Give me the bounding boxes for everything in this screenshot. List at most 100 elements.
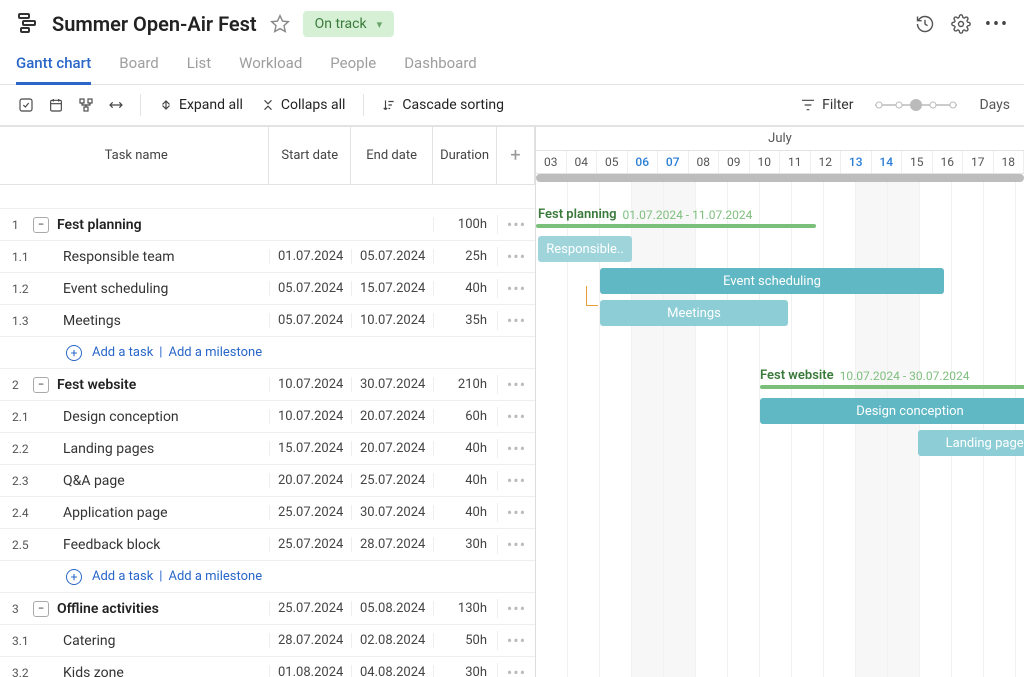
task-name-cell[interactable]: Application page bbox=[33, 505, 269, 521]
add-column-button[interactable]: + bbox=[497, 127, 535, 184]
start-date-cell[interactable]: 25.07.2024 bbox=[269, 505, 351, 520]
autofit-tool-icon[interactable] bbox=[104, 93, 128, 117]
add-task-row[interactable]: +Add a task | Add a milestone bbox=[0, 561, 535, 593]
day-cell[interactable]: 15 bbox=[902, 151, 933, 173]
task-name-cell[interactable]: Responsible team bbox=[33, 249, 269, 265]
end-date-cell[interactable]: 04.08.2024 bbox=[351, 665, 433, 677]
history-icon[interactable] bbox=[914, 13, 936, 35]
day-cell[interactable]: 07 bbox=[658, 151, 689, 173]
start-date-cell[interactable]: 01.08.2024 bbox=[269, 665, 351, 677]
gantt-task-bar[interactable]: Landing pages bbox=[918, 430, 1024, 456]
tab-gantt-chart[interactable]: Gantt chart bbox=[16, 48, 91, 85]
tab-people[interactable]: People bbox=[330, 48, 376, 85]
settings-gear-icon[interactable] bbox=[950, 13, 972, 35]
favorite-star-icon[interactable] bbox=[269, 13, 291, 35]
hierarchy-tool-icon[interactable] bbox=[74, 93, 98, 117]
filter-button[interactable]: Filter bbox=[800, 97, 853, 113]
duration-cell[interactable]: 40h bbox=[433, 473, 497, 488]
table-row[interactable]: 1.2Event scheduling05.07.202415.07.20244… bbox=[0, 273, 535, 305]
start-date-cell[interactable]: 01.07.2024 bbox=[269, 249, 351, 264]
table-row[interactable]: 2−Fest website10.07.202430.07.2024210h••… bbox=[0, 369, 535, 401]
table-row[interactable]: 2.5Feedback block25.07.202428.07.202430h… bbox=[0, 529, 535, 561]
add-task-row[interactable]: +Add a task | Add a milestone bbox=[0, 337, 535, 369]
col-header-duration[interactable]: Duration bbox=[433, 127, 497, 184]
tab-list[interactable]: List bbox=[187, 48, 211, 85]
row-actions-icon[interactable]: ••• bbox=[497, 471, 535, 490]
duration-cell[interactable]: 25h bbox=[433, 249, 497, 264]
project-status-dropdown[interactable]: On track ▾ bbox=[303, 11, 394, 37]
more-menu-icon[interactable]: ••• bbox=[986, 13, 1008, 35]
end-date-cell[interactable]: 28.07.2024 bbox=[351, 537, 433, 552]
start-date-cell[interactable]: 25.07.2024 bbox=[269, 537, 351, 552]
gantt-group-bar[interactable] bbox=[760, 385, 1024, 389]
col-header-task[interactable]: Task name bbox=[0, 127, 269, 184]
tab-dashboard[interactable]: Dashboard bbox=[404, 48, 477, 85]
gantt-task-bar[interactable]: Event scheduling bbox=[600, 268, 944, 294]
gantt-group-bar[interactable] bbox=[536, 224, 816, 228]
day-cell[interactable]: 12 bbox=[811, 151, 842, 173]
add-task-link[interactable]: Add a task bbox=[92, 345, 153, 360]
day-cell[interactable]: 03 bbox=[536, 151, 567, 173]
start-date-cell[interactable]: 25.07.2024 bbox=[269, 601, 351, 616]
end-date-cell[interactable]: 30.07.2024 bbox=[351, 505, 433, 520]
cascade-sorting-button[interactable]: Cascade sorting bbox=[376, 97, 510, 113]
zoom-slider[interactable] bbox=[871, 96, 961, 114]
day-cell[interactable]: 05 bbox=[597, 151, 628, 173]
task-name-cell[interactable]: Meetings bbox=[33, 313, 269, 329]
end-date-cell[interactable]: 30.07.2024 bbox=[351, 377, 433, 392]
row-actions-icon[interactable]: ••• bbox=[497, 279, 535, 298]
row-actions-icon[interactable]: ••• bbox=[497, 375, 535, 394]
row-actions-icon[interactable]: ••• bbox=[497, 247, 535, 266]
duration-cell[interactable]: 30h bbox=[433, 537, 497, 552]
start-date-cell[interactable]: 15.07.2024 bbox=[269, 441, 351, 456]
row-actions-icon[interactable]: ••• bbox=[497, 407, 535, 426]
task-name-cell[interactable]: Q&A page bbox=[33, 473, 269, 489]
end-date-cell[interactable]: 25.07.2024 bbox=[351, 473, 433, 488]
day-cell[interactable]: 10 bbox=[750, 151, 781, 173]
task-name-cell[interactable]: Landing pages bbox=[33, 441, 269, 457]
task-name-cell[interactable]: Feedback block bbox=[33, 537, 269, 553]
table-row[interactable]: 2.1Design conception10.07.202420.07.2024… bbox=[0, 401, 535, 433]
duration-cell[interactable]: 60h bbox=[433, 409, 497, 424]
checkbox-tool-icon[interactable] bbox=[14, 93, 38, 117]
duration-cell[interactable]: 40h bbox=[433, 441, 497, 456]
start-date-cell[interactable]: 10.07.2024 bbox=[269, 377, 351, 392]
gantt-area[interactable]: Fest planning 01.07.2024 - 11.07.2024 Re… bbox=[536, 174, 1024, 677]
day-cell[interactable]: 08 bbox=[689, 151, 720, 173]
start-date-cell[interactable]: 20.07.2024 bbox=[269, 473, 351, 488]
table-row[interactable]: 2.4Application page25.07.202430.07.20244… bbox=[0, 497, 535, 529]
task-name-cell[interactable]: −Fest website bbox=[33, 377, 269, 393]
task-name-cell[interactable]: −Offline activities bbox=[33, 601, 269, 617]
add-task-link[interactable]: Add a task bbox=[92, 569, 153, 584]
row-actions-icon[interactable]: ••• bbox=[497, 503, 535, 522]
col-header-start[interactable]: Start date bbox=[269, 127, 351, 184]
collapse-toggle-icon[interactable]: − bbox=[33, 601, 49, 617]
start-date-cell[interactable]: 05.07.2024 bbox=[269, 313, 351, 328]
tab-board[interactable]: Board bbox=[119, 48, 158, 85]
end-date-cell[interactable]: 10.07.2024 bbox=[351, 313, 433, 328]
task-name-cell[interactable]: −Fest planning bbox=[33, 217, 269, 233]
duration-cell[interactable]: 35h bbox=[433, 313, 497, 328]
timeline-scrollbar[interactable] bbox=[536, 174, 1024, 182]
table-row[interactable]: 3−Offline activities25.07.202405.08.2024… bbox=[0, 593, 535, 625]
day-cell[interactable]: 04 bbox=[567, 151, 598, 173]
task-name-cell[interactable]: Event scheduling bbox=[33, 281, 269, 297]
table-row[interactable]: 3.2Kids zone01.08.202404.08.202430h••• bbox=[0, 657, 535, 677]
day-cell[interactable]: 14 bbox=[872, 151, 903, 173]
end-date-cell[interactable]: 05.08.2024 bbox=[351, 601, 433, 616]
start-date-cell[interactable]: 10.07.2024 bbox=[269, 409, 351, 424]
row-actions-icon[interactable]: ••• bbox=[497, 599, 535, 618]
duration-cell[interactable]: 50h bbox=[433, 633, 497, 648]
gantt-task-bar[interactable]: Meetings bbox=[600, 300, 788, 326]
col-header-end[interactable]: End date bbox=[351, 127, 433, 184]
gantt-group-header[interactable]: Fest planning 01.07.2024 - 11.07.2024 bbox=[538, 207, 752, 222]
table-row[interactable]: 2.3Q&A page20.07.202425.07.202440h••• bbox=[0, 465, 535, 497]
collapse-toggle-icon[interactable]: − bbox=[33, 377, 49, 393]
day-cell[interactable]: 13 bbox=[841, 151, 872, 173]
end-date-cell[interactable]: 15.07.2024 bbox=[351, 281, 433, 296]
row-actions-icon[interactable]: ••• bbox=[497, 215, 535, 234]
day-cell[interactable]: 17 bbox=[963, 151, 994, 173]
calendar-tool-icon[interactable] bbox=[44, 93, 68, 117]
duration-cell[interactable]: 100h bbox=[433, 217, 497, 232]
duration-cell[interactable]: 40h bbox=[433, 281, 497, 296]
